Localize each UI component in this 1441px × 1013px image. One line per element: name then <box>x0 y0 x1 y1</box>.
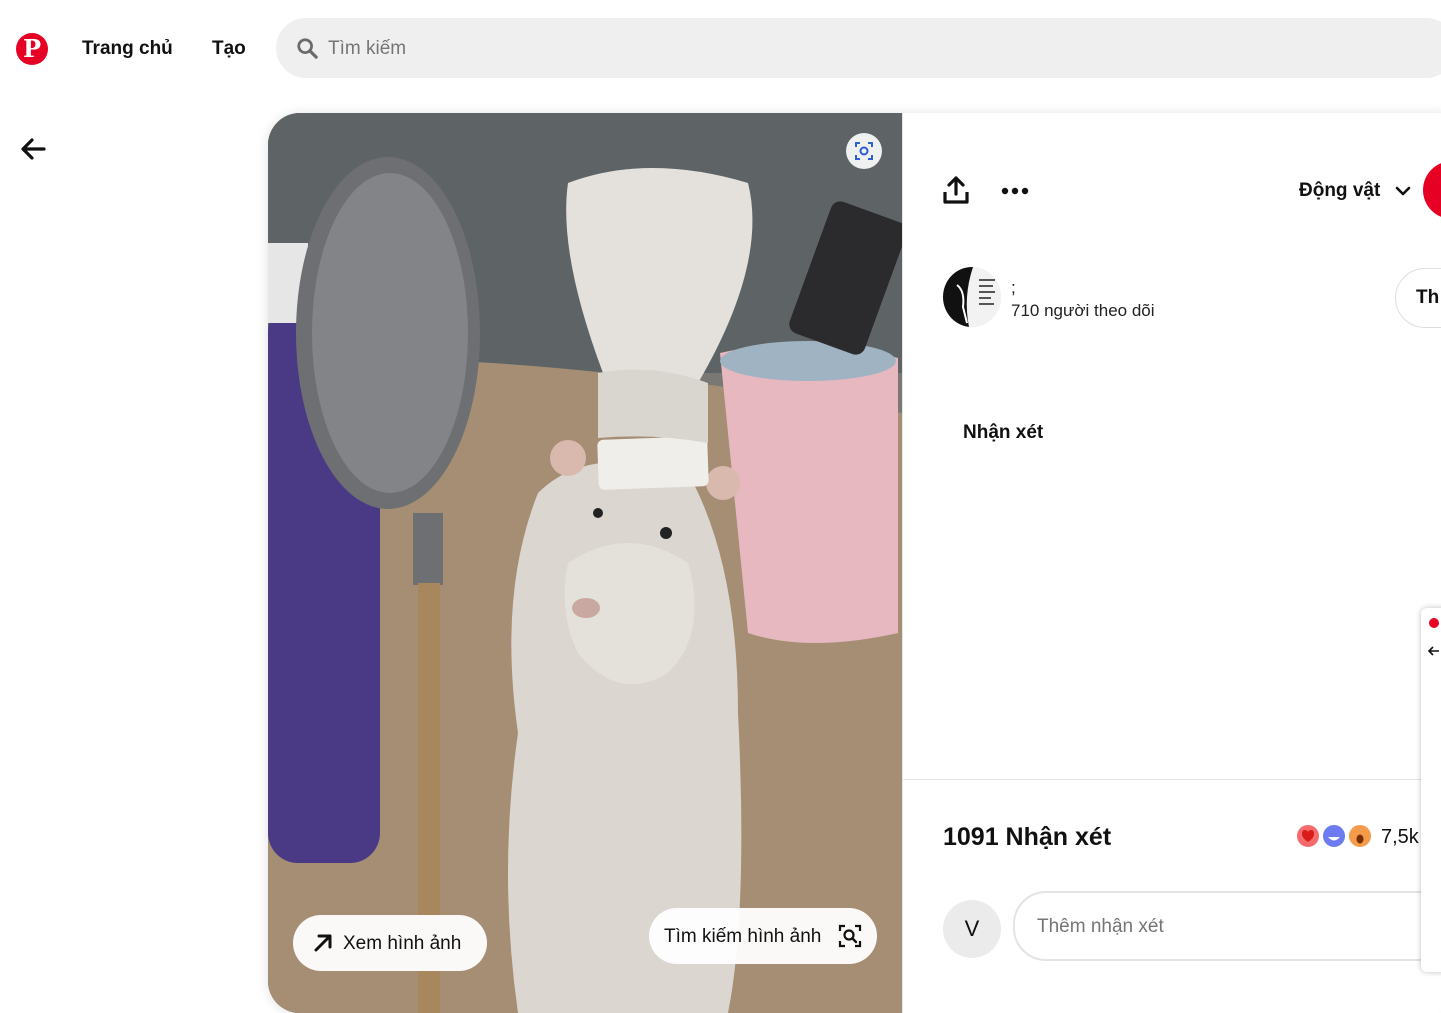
follow-button[interactable]: Th <box>1395 268 1441 328</box>
arrow-up-right-icon <box>314 934 332 952</box>
more-options-icon[interactable] <box>999 181 1031 201</box>
creator-avatar[interactable] <box>943 267 1001 327</box>
creator-avatar-image <box>943 267 1001 327</box>
nav-create[interactable]: Tạo <box>212 38 246 60</box>
image-search-icon <box>838 924 862 948</box>
view-image-button[interactable]: Xem hình ảnh <box>293 915 487 971</box>
user-avatar[interactable]: V <box>943 900 1001 958</box>
comment-input[interactable] <box>1035 909 1399 945</box>
lens-icon <box>855 142 873 160</box>
pin-card: Xem hình ảnh Tìm kiếm hình ảnh Động vật … <box>268 113 1441 1013</box>
pin-detail-panel: Động vật ; 710 người theo dõi Th Nhận xé… <box>902 113 1441 1013</box>
mini-pinterest-logo-icon <box>1429 618 1439 628</box>
reaction-count: 7,5k <box>1381 826 1419 848</box>
back-arrow-icon[interactable] <box>20 137 46 161</box>
user-initial: V <box>964 916 980 941</box>
nav-home[interactable]: Trang chủ <box>82 38 173 60</box>
mini-preview-window[interactable] <box>1421 608 1441 972</box>
pin-image[interactable]: Xem hình ảnh Tìm kiếm hình ảnh <box>268 113 902 1013</box>
divider <box>903 779 1441 780</box>
search-bar[interactable] <box>276 18 1441 78</box>
creator-followers: 710 người theo dõi <box>1011 301 1155 320</box>
save-button[interactable] <box>1423 161 1441 219</box>
search-input[interactable] <box>326 28 930 70</box>
mini-back-arrow-icon <box>1428 646 1439 656</box>
follow-button-label: Th <box>1416 287 1440 308</box>
reactions-icons[interactable] <box>1295 823 1375 849</box>
comment-count: 1091 Nhận xét <box>943 823 1112 851</box>
creator-name[interactable]: ; <box>1011 278 1016 298</box>
logo-letter: P <box>22 34 42 63</box>
board-selector[interactable]: Động vật <box>1299 180 1380 202</box>
share-icon[interactable] <box>941 175 971 205</box>
pin-image-illustration <box>268 113 902 1013</box>
chevron-down-icon[interactable] <box>1395 183 1411 199</box>
visual-search-lens-button[interactable] <box>846 133 882 169</box>
view-image-label: Xem hình ảnh <box>343 933 462 954</box>
search-image-label: Tìm kiếm hình ảnh <box>664 926 822 947</box>
search-image-button[interactable]: Tìm kiếm hình ảnh <box>649 908 877 964</box>
comments-heading[interactable]: Nhận xét <box>963 422 1043 444</box>
pinterest-logo[interactable]: P <box>16 33 48 65</box>
comment-field[interactable] <box>1013 891 1441 961</box>
search-icon <box>297 38 318 59</box>
